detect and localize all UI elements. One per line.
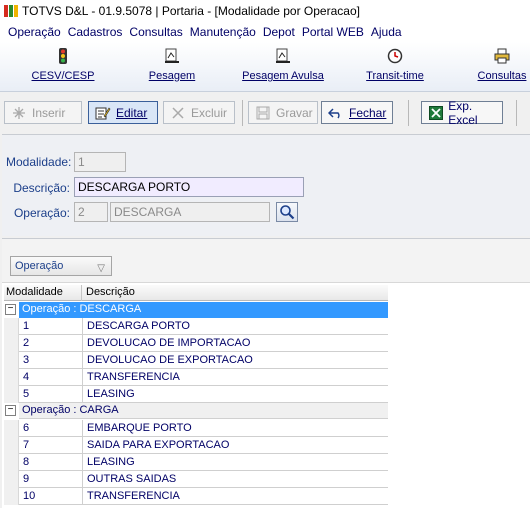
app-logo-icon: [4, 4, 18, 18]
toolbar-separator: [242, 100, 243, 126]
undo-icon: [328, 106, 344, 120]
filter-icon[interactable]: ▽: [97, 260, 105, 278]
menu-portal-web[interactable]: Portal WEB: [302, 25, 364, 39]
clock-icon: [387, 48, 403, 64]
menu-consultas[interactable]: Consultas: [129, 25, 182, 39]
consultas-button[interactable]: Consultas: [474, 48, 530, 88]
menu-bar: Operação Cadastros Consultas Manutenção …: [0, 22, 530, 42]
table-row[interactable]: 9 OUTRAS SAIDAS: [19, 471, 388, 488]
main-toolbar: CESV/CESP Pesagem Pesagem Avulsa Transit…: [0, 42, 530, 92]
printer-icon: [494, 48, 510, 64]
table-row[interactable]: 10 TRANSFERENCIA: [19, 488, 388, 505]
group-label: Operação : CARGA: [19, 403, 388, 419]
group-indent: [4, 420, 19, 505]
collapse-icon[interactable]: −: [5, 304, 16, 315]
data-grid-area: Operação ▽ Modalidade Descrição − Operaç…: [2, 238, 530, 508]
insert-icon: [11, 106, 27, 120]
operacao-label: Operação:: [13, 206, 70, 220]
excel-icon: [428, 105, 443, 120]
menu-ajuda[interactable]: Ajuda: [371, 25, 402, 39]
group-label: Operação : DESCARGA: [19, 302, 388, 318]
record-form: Modalidade: 1 Descrição: DESCARGA PORTO …: [2, 134, 530, 236]
scale-icon: [275, 48, 291, 64]
pesagem-button[interactable]: Pesagem: [140, 48, 204, 88]
column-header-modalidade[interactable]: Modalidade: [4, 285, 82, 301]
modalidade-label: Modalidade:: [6, 155, 72, 169]
table-row[interactable]: 8 LEASING: [19, 454, 388, 471]
inserir-button[interactable]: Inserir: [4, 101, 82, 124]
table-row[interactable]: 1 DESCARGA PORTO: [19, 318, 388, 335]
group-indent: [4, 318, 19, 403]
save-icon: [255, 106, 271, 120]
table-row[interactable]: 6 EMBARQUE PORTO: [19, 420, 388, 437]
collapse-icon[interactable]: −: [5, 405, 16, 416]
group-by-operacao-chip[interactable]: Operação ▽: [10, 256, 112, 276]
menu-manutencao[interactable]: Manutenção: [190, 25, 256, 39]
pesagem-avulsa-button[interactable]: Pesagem Avulsa: [238, 48, 328, 88]
title-bar: TOTVS D&L - 01.9.5078 | Portaria - [Moda…: [0, 0, 530, 22]
table-row[interactable]: 7 SAIDA PARA EXPORTACAO: [19, 437, 388, 454]
menu-operacao[interactable]: Operação: [8, 25, 61, 39]
operacao-lookup-button[interactable]: [276, 202, 298, 222]
group-row-descarga[interactable]: − Operação : DESCARGA: [4, 302, 388, 318]
editar-button[interactable]: Editar: [88, 101, 158, 124]
grid-header: Modalidade Descrição: [4, 285, 388, 301]
gravar-button[interactable]: Gravar: [248, 101, 318, 124]
window-title: TOTVS D&L - 01.9.5078 | Portaria - [Moda…: [22, 4, 360, 18]
operacao-code-field: 2: [74, 202, 108, 222]
group-row-carga[interactable]: − Operação : CARGA: [4, 403, 388, 419]
record-toolbar: Inserir Editar Excluir Gravar Fechar Exp…: [0, 96, 530, 130]
toolbar-separator: [516, 100, 517, 126]
operacao-description-field: DESCARGA: [110, 202, 270, 222]
scale-icon: [164, 48, 180, 64]
edit-icon: [95, 106, 111, 120]
transit-time-button[interactable]: Transit-time: [360, 48, 430, 88]
cesv-cesp-button[interactable]: CESV/CESP: [30, 48, 96, 88]
delete-icon: [170, 106, 186, 120]
descricao-field[interactable]: DESCARGA PORTO: [74, 177, 304, 197]
table-row[interactable]: 2 DEVOLUCAO DE IMPORTACAO: [19, 335, 388, 352]
table-row[interactable]: 4 TRANSFERENCIA: [19, 369, 388, 386]
toolbar-separator: [408, 100, 409, 126]
traffic-light-icon: [55, 48, 71, 64]
table-row[interactable]: 3 DEVOLUCAO DE EXPORTACAO: [19, 352, 388, 369]
descricao-label: Descrição:: [13, 181, 70, 195]
fechar-button[interactable]: Fechar: [321, 101, 393, 124]
export-excel-button[interactable]: Exp. Excel: [421, 99, 503, 127]
search-icon: [280, 205, 295, 220]
modalidade-field: 1: [74, 152, 126, 172]
excluir-button[interactable]: Excluir: [163, 101, 235, 124]
menu-cadastros[interactable]: Cadastros: [68, 25, 123, 39]
table-row[interactable]: 5 LEASING: [19, 386, 388, 403]
menu-depot[interactable]: Depot: [263, 25, 295, 39]
group-by-panel: Operação ▽: [2, 239, 530, 283]
column-header-descricao[interactable]: Descrição: [83, 285, 388, 301]
